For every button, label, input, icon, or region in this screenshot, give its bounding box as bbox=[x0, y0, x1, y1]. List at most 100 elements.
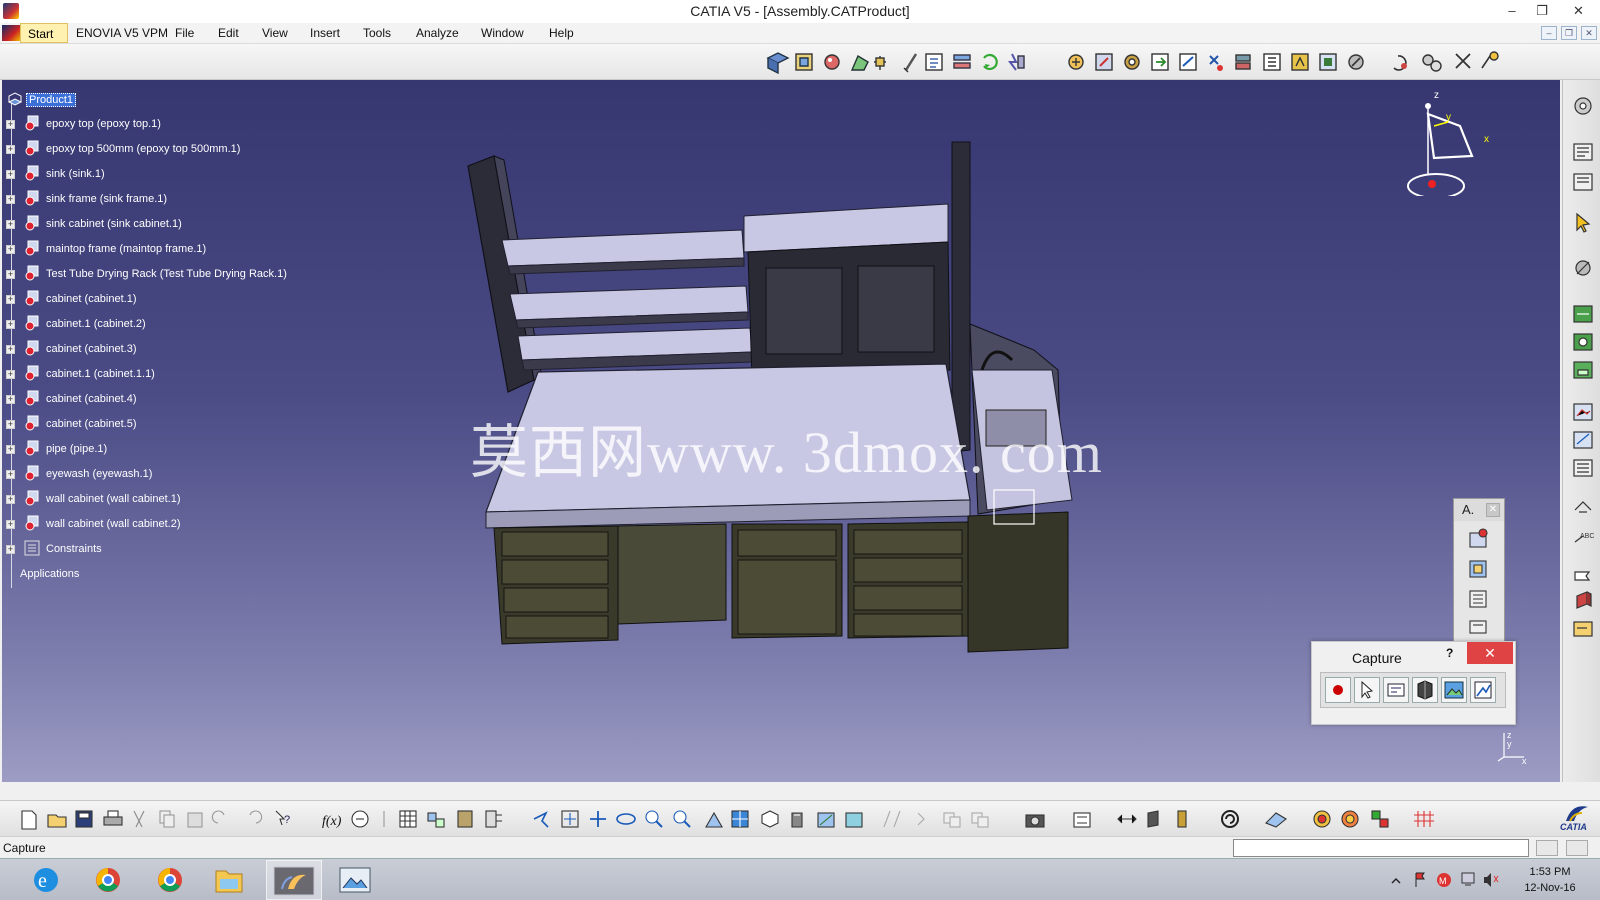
component-list-icon[interactable] bbox=[1469, 590, 1487, 608]
angle-constraint-icon[interactable] bbox=[1291, 53, 1309, 71]
table-tools-icon[interactable] bbox=[485, 810, 502, 828]
select-icon[interactable] bbox=[1576, 212, 1591, 233]
enhanced-scene-icon[interactable] bbox=[1573, 431, 1593, 449]
tree-root-label[interactable]: Product1 bbox=[26, 93, 77, 107]
tree-item-label[interactable]: pipe (pipe.1) bbox=[46, 443, 107, 455]
assembly-feature-split-icon[interactable] bbox=[1573, 305, 1593, 323]
system-clock[interactable]: 1:53 PM 12-Nov-16 bbox=[1510, 864, 1590, 896]
menu-edit[interactable]: Edit bbox=[218, 26, 239, 40]
save-icon[interactable] bbox=[75, 810, 93, 828]
assembly-feature-hole-icon[interactable] bbox=[1573, 333, 1593, 351]
chrome-icon-second[interactable] bbox=[158, 868, 182, 892]
insert-component-icon[interactable] bbox=[766, 52, 790, 75]
expand-icon[interactable]: + bbox=[6, 495, 15, 504]
record-icon[interactable] bbox=[1325, 677, 1351, 703]
replace-component-icon[interactable] bbox=[874, 56, 886, 70]
stop-manipulate-on-clash-icon[interactable] bbox=[1179, 53, 1197, 71]
catia-task-button[interactable] bbox=[266, 860, 322, 900]
scene-icon[interactable] bbox=[1573, 403, 1593, 421]
formula-icon[interactable]: f(x) bbox=[322, 814, 342, 829]
zoom-out-icon[interactable] bbox=[673, 810, 691, 828]
expand-icon[interactable]: + bbox=[6, 220, 15, 229]
menu-enovia[interactable]: ENOVIA V5 VPM bbox=[76, 26, 168, 40]
tree-item-label[interactable]: wall cabinet (wall cabinet.2) bbox=[46, 518, 181, 530]
annotation-list-icon[interactable] bbox=[1573, 459, 1593, 477]
open-folder-icon[interactable] bbox=[47, 814, 67, 828]
tree-item-label[interactable]: epoxy top 500mm (epoxy top 500mm.1) bbox=[46, 143, 240, 155]
tree-item-label[interactable]: cabinet.1 (cabinet.2) bbox=[46, 318, 146, 330]
measure-between-icon[interactable] bbox=[883, 810, 901, 828]
weld-feature-icon[interactable] bbox=[1574, 501, 1592, 513]
swap-visible-space-icon[interactable] bbox=[845, 812, 863, 828]
tree-item-label[interactable]: cabinet (cabinet.5) bbox=[46, 418, 137, 430]
capture-camera-icon[interactable] bbox=[1025, 814, 1045, 828]
expand-icon[interactable]: + bbox=[6, 545, 15, 554]
capture-dialog[interactable]: Capture ? ✕ bbox=[1311, 641, 1516, 725]
expand-icon[interactable]: + bbox=[6, 295, 15, 304]
environment-icon[interactable] bbox=[1341, 810, 1359, 828]
shading-icon[interactable] bbox=[791, 812, 803, 828]
expand-icon[interactable]: + bbox=[6, 120, 15, 129]
select-mode-icon[interactable] bbox=[1354, 677, 1380, 703]
whats-this-icon[interactable]: ? bbox=[275, 810, 290, 826]
capture-settings-icon[interactable] bbox=[1470, 677, 1496, 703]
update-all-icon[interactable] bbox=[1393, 55, 1407, 71]
doc-minimize-icon[interactable]: – bbox=[1541, 26, 1557, 40]
measure-item-icon[interactable] bbox=[917, 812, 925, 826]
doc-close-icon[interactable]: ✕ bbox=[1581, 26, 1597, 40]
sectioning-icon[interactable] bbox=[1147, 810, 1159, 828]
power-input-options-icon[interactable] bbox=[1566, 840, 1588, 856]
menu-tools[interactable]: Tools bbox=[363, 26, 391, 40]
cut-icon[interactable] bbox=[133, 810, 145, 828]
tree-item-label[interactable]: cabinet (cabinet.1) bbox=[46, 293, 137, 305]
menu-start[interactable]: Start bbox=[20, 23, 68, 43]
expand-icon[interactable]: + bbox=[6, 470, 15, 479]
chrome-icon[interactable] bbox=[96, 868, 120, 892]
instantiate-from-document-icon[interactable] bbox=[427, 812, 445, 828]
multi-view-icon[interactable] bbox=[731, 810, 749, 828]
knowledge-advisor-icon[interactable] bbox=[351, 810, 369, 828]
help-icon[interactable]: ? bbox=[1446, 646, 1453, 660]
fast-multi-instantiation-icon[interactable] bbox=[1008, 53, 1025, 71]
clash-icon[interactable] bbox=[1117, 814, 1137, 824]
doc-restore-icon[interactable]: ❐ bbox=[1561, 26, 1577, 40]
fly-mode-icon[interactable] bbox=[533, 811, 549, 828]
render-icon[interactable] bbox=[1313, 810, 1331, 828]
rotate-icon[interactable] bbox=[616, 813, 636, 825]
multi-instantiation-icon[interactable] bbox=[983, 53, 998, 71]
gmail-tray-icon[interactable]: M bbox=[1437, 873, 1451, 887]
tree-item-label[interactable]: cabinet.1 (cabinet.1.1) bbox=[46, 368, 155, 380]
fix-component-icon[interactable] bbox=[1319, 53, 1337, 71]
publication-icon[interactable] bbox=[1576, 591, 1592, 609]
file-explorer-icon[interactable] bbox=[215, 870, 243, 893]
compass-snap-icon[interactable] bbox=[1265, 812, 1287, 828]
snap-icon[interactable] bbox=[1095, 53, 1113, 71]
power-input-field[interactable] bbox=[1233, 839, 1529, 857]
fit-all-icon[interactable] bbox=[561, 810, 579, 828]
restore-button[interactable]: ❐ bbox=[1527, 0, 1557, 22]
new-part-icon[interactable] bbox=[824, 54, 840, 70]
expand-icon[interactable]: + bbox=[6, 370, 15, 379]
expand-icon[interactable]: + bbox=[6, 245, 15, 254]
new-file-icon[interactable] bbox=[21, 810, 37, 830]
network-tray-icon[interactable] bbox=[1461, 872, 1475, 886]
menu-analyze[interactable]: Analyze bbox=[416, 26, 459, 40]
tree-item-label[interactable]: epoxy top (epoxy top.1) bbox=[46, 118, 161, 130]
new-product-icon[interactable] bbox=[795, 53, 813, 71]
tree-item-label[interactable]: sink frame (sink frame.1) bbox=[46, 193, 167, 205]
existing-component-icon[interactable] bbox=[850, 54, 869, 71]
swept-volume-icon[interactable] bbox=[1221, 810, 1239, 828]
normal-view-icon[interactable] bbox=[705, 811, 723, 828]
distance-analysis-icon[interactable] bbox=[1177, 810, 1187, 828]
close-button[interactable]: ✕ bbox=[1557, 0, 1600, 22]
zoom-in-icon[interactable] bbox=[645, 810, 663, 828]
power-input-icon[interactable] bbox=[1536, 840, 1558, 856]
reconnect-icon[interactable] bbox=[1422, 54, 1442, 72]
fix-together-icon[interactable] bbox=[1348, 54, 1364, 70]
tree-item-label[interactable]: Constraints bbox=[46, 543, 102, 555]
offset-constraint-icon[interactable] bbox=[1263, 53, 1281, 71]
photos-icon[interactable] bbox=[339, 867, 371, 893]
tree-item-label[interactable]: cabinet (cabinet.3) bbox=[46, 343, 137, 355]
video-icon[interactable] bbox=[1073, 812, 1091, 828]
design-table-icon[interactable] bbox=[399, 810, 417, 828]
